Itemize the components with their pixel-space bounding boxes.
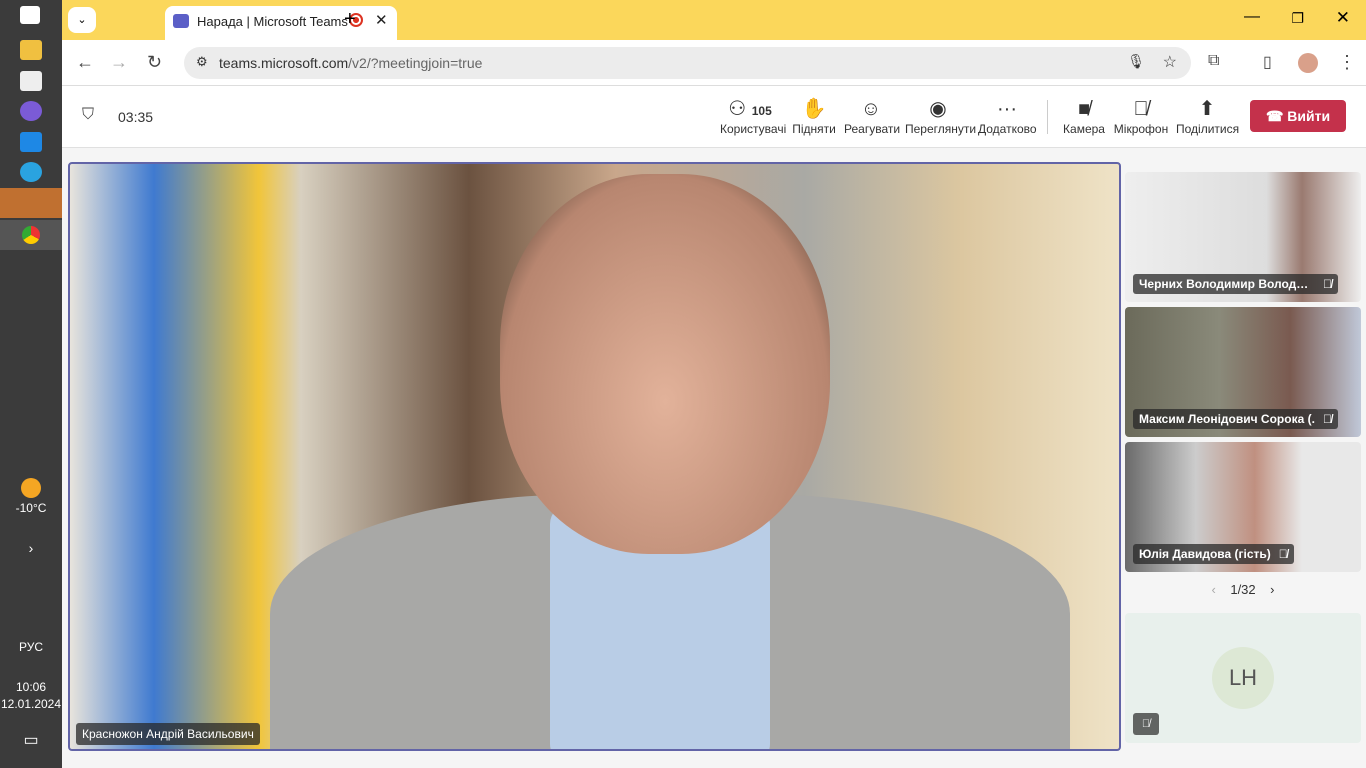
language-indicator[interactable]: РУС	[0, 640, 62, 654]
teams-icon	[173, 14, 189, 28]
tab-search-icon[interactable]: ⌄	[68, 7, 96, 33]
tab-teams[interactable]: Нарада | Microsoft Teams ✕	[165, 6, 397, 40]
mic-off-icon: 🎙̸	[1133, 713, 1159, 735]
video-figure-face	[500, 174, 830, 554]
view-button[interactable]: ◉ Переглянути	[905, 96, 977, 136]
mic-off-icon: 🎙̸	[1133, 98, 1149, 120]
participant-tile[interactable]: Черних Володимир Володимирович 🎙̸	[1125, 172, 1361, 302]
people-button[interactable]: ⚇ 105 Користувачі	[720, 96, 787, 136]
microphone-icon[interactable]: 🎙	[1127, 53, 1145, 70]
mic-off-icon: 🎙̸	[1278, 547, 1288, 561]
teams-taskbar-item[interactable]	[0, 188, 62, 218]
participant-tile-avatar[interactable]: LH 🎙̸	[1125, 613, 1361, 743]
extensions-icon[interactable]: ⧉	[1208, 52, 1219, 70]
notification-icon[interactable]: ▭	[0, 730, 62, 750]
smile-icon: ☺	[860, 98, 882, 120]
more-label: Додатково	[978, 122, 1037, 136]
main-speaker-video[interactable]: Красножон Андрій Васильович	[68, 162, 1121, 751]
participant-tile[interactable]: Максим Леонідович Сорока (... 🎙̸	[1125, 307, 1361, 437]
speaker-name: Красножон Андрій Васильович	[76, 723, 260, 745]
minimize-button[interactable]: —	[1244, 8, 1260, 26]
microphone-button[interactable]: 🎙̸ Мікрофон	[1113, 96, 1169, 136]
file-explorer-icon[interactable]	[20, 40, 42, 60]
weather-temp[interactable]: -10°C	[0, 501, 62, 515]
browser-toolbar: ← → ↻ ⚙ teams.microsoft.com/v2/?meetingj…	[62, 40, 1366, 86]
participants-count: 105	[751, 104, 772, 118]
back-button[interactable]: ←	[76, 52, 94, 73]
viber-icon[interactable]	[20, 101, 42, 121]
camera-label: Камера	[1063, 122, 1105, 136]
hand-icon: ✋	[801, 98, 827, 120]
mic-off-icon: 🎙̸	[1323, 412, 1332, 426]
side-panel-icon[interactable]: ▯	[1263, 52, 1272, 72]
participant-name: Юлія Давидова (гість)	[1139, 547, 1271, 561]
mic-off-icon: 🎙̸	[1323, 277, 1332, 291]
profile-avatar[interactable]	[1298, 53, 1318, 73]
view-icon: ◉	[929, 98, 947, 120]
prev-page-button[interactable]: ‹	[1212, 582, 1216, 597]
toolbar-divider	[1047, 100, 1048, 134]
view-label: Переглянути	[905, 122, 977, 136]
windows-taskbar: -10°C › РУС 10:06 12.01.2024 ▭	[0, 0, 62, 768]
leave-button[interactable]: ☎ Вийти	[1250, 100, 1346, 132]
meeting-toolbar: ⛉ 03:35 ⚇ 105 Користувачі ✋ Підняти ☺ Реагу…	[62, 86, 1366, 148]
participant-tile[interactable]: Юлія Давидова (гість) 🎙̸	[1125, 442, 1361, 572]
browser-tabstrip: ⌄ Нарада | Microsoft Teams ✕ + — ❐ ✕	[62, 0, 1366, 40]
raise-hand-button[interactable]: ✋ Підняти	[790, 96, 838, 136]
participant-name: Черних Володимир Володимирович	[1139, 277, 1315, 291]
page-indicator: 1/32	[1230, 582, 1256, 597]
menu-icon[interactable]: ⋮	[1338, 52, 1356, 73]
chrome-icon	[22, 226, 40, 244]
site-settings-icon[interactable]: ⚙	[196, 54, 208, 70]
clock-date[interactable]: 12.01.2024	[0, 697, 62, 711]
camera-off-icon: ■̸	[1077, 98, 1091, 120]
share-label: Поділитися	[1176, 122, 1240, 136]
hangup-icon: ☎	[1265, 108, 1288, 124]
meeting-timer: 03:35	[118, 109, 154, 125]
next-page-button[interactable]: ›	[1270, 582, 1274, 597]
address-bar[interactable]: ⚙ teams.microsoft.com/v2/?meetingjoin=tr…	[184, 47, 1191, 79]
camera-button[interactable]: ■̸ Камера	[1062, 96, 1106, 136]
forward-button[interactable]: →	[110, 52, 128, 73]
url-path: /v2/?meetingjoin=true	[348, 55, 483, 71]
bookmark-star-icon[interactable]: ☆	[1163, 52, 1177, 72]
leave-label: Вийти	[1287, 108, 1331, 124]
chrome-taskbar-item[interactable]	[0, 220, 62, 250]
react-label: Реагувати	[844, 122, 901, 136]
raise-label: Підняти	[792, 122, 836, 136]
tab-title: Нарада | Microsoft Teams	[197, 14, 348, 29]
react-button[interactable]: ☺ Реагувати	[844, 96, 901, 136]
close-tab-icon[interactable]: ✕	[375, 11, 388, 29]
share-button[interactable]: ⬆ Поділитися	[1176, 96, 1240, 136]
more-icon: ···	[997, 98, 1017, 120]
restore-button[interactable]: ❐	[1291, 10, 1304, 27]
mail-icon[interactable]	[20, 132, 42, 152]
people-icon: ⚇ 105	[728, 98, 772, 120]
shield-icon[interactable]: ⛉	[82, 106, 94, 124]
share-icon: ⬆	[1198, 98, 1216, 120]
more-button[interactable]: ··· Додатково	[978, 96, 1037, 136]
new-tab-button[interactable]: +	[344, 8, 356, 31]
people-label: Користувачі	[720, 122, 787, 136]
weather-icon	[21, 478, 41, 498]
mic-label: Мікрофон	[1113, 122, 1169, 136]
close-window-button[interactable]: ✕	[1336, 8, 1350, 28]
telegram-icon[interactable]	[20, 162, 42, 182]
url-host: teams.microsoft.com	[219, 55, 349, 71]
chevron-right-icon[interactable]: ›	[0, 540, 62, 556]
store-icon[interactable]	[20, 71, 42, 91]
windows-start-icon[interactable]	[20, 6, 40, 24]
clock-time[interactable]: 10:06	[0, 680, 62, 694]
gallery-pager: ‹ 1/32 ›	[1125, 582, 1361, 597]
avatar: LH	[1212, 647, 1274, 709]
participant-name: Максим Леонідович Сорока (...	[1139, 412, 1315, 426]
reload-button[interactable]: ↻	[147, 52, 162, 73]
